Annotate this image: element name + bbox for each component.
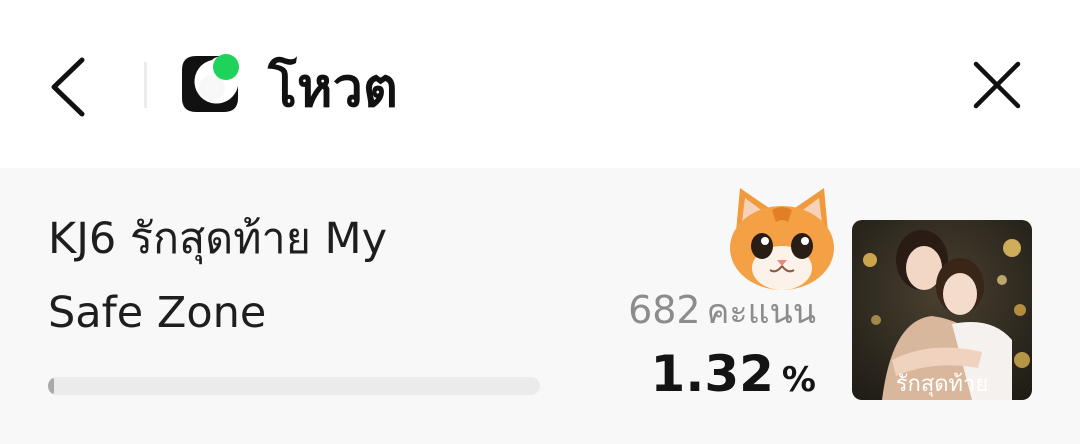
vote-progress-fill <box>48 377 55 395</box>
page-title: โหวต <box>268 56 398 119</box>
vote-percentage-value: 1.32 <box>650 345 774 403</box>
vote-count-unit: คะแนน <box>706 292 816 332</box>
vote-logo-icon <box>182 54 239 112</box>
top-bar: โหวต <box>0 0 1080 168</box>
poster-caption: รักสุดท้าย <box>895 372 989 397</box>
vote-count-value: 682 <box>628 288 701 332</box>
close-button[interactable] <box>966 54 1028 116</box>
chevron-left-icon <box>51 57 85 117</box>
poster-thumbnail[interactable]: รักสุดท้าย <box>852 220 1032 400</box>
vote-item-card[interactable]: KJ6 รักสุดท้าย My Safe Zone 682 คะแนน 1.3… <box>0 168 1080 444</box>
item-title: KJ6 รักสุดท้าย My Safe Zone <box>48 214 388 338</box>
vote-count: 682 คะแนน <box>628 286 816 342</box>
header-divider <box>144 62 147 108</box>
cat-face-icon <box>730 188 834 290</box>
vote-progress-bar <box>48 377 540 395</box>
vote-percentage: 1.32% <box>651 344 816 416</box>
back-button[interactable] <box>40 52 96 122</box>
close-icon <box>973 61 1021 109</box>
percent-sign: % <box>781 360 816 400</box>
